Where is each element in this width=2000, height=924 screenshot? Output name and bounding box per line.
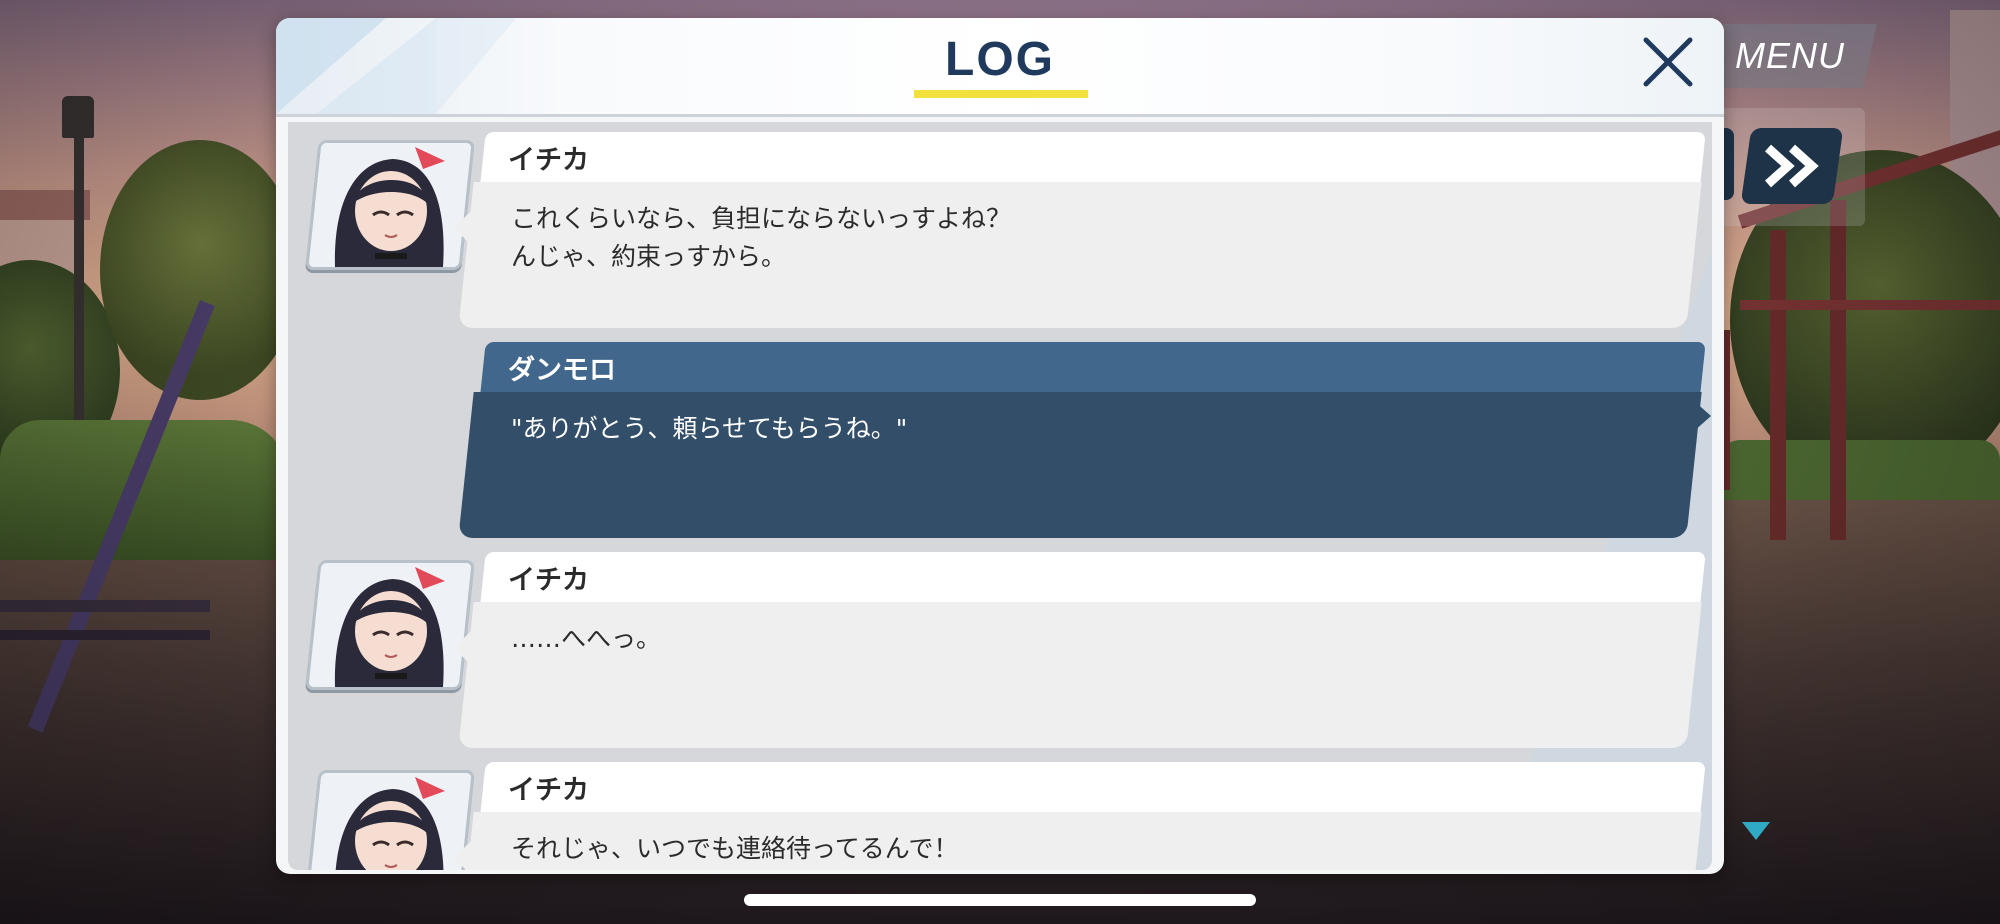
speaker-name-bar [480, 552, 1706, 604]
bubble-tail [454, 840, 472, 870]
bubble-tail [454, 210, 472, 246]
speaker-name: イチカ [508, 565, 589, 596]
speaker-name-bar [480, 762, 1706, 814]
speaker-name-bar [480, 132, 1706, 184]
message-text: それじゃ、いつでも連絡待ってるんで！ [511, 834, 959, 863]
header-divider [276, 114, 1724, 117]
log-entry[interactable]: イチカ ……へへっ。 [288, 552, 1712, 752]
fast-forward-icon [1764, 144, 1819, 188]
log-modal: LOG イチカ これくらいなら、負担にならないっすよね？ んじゃ、約束っすから。… [276, 18, 1724, 874]
bubble-tail [1693, 400, 1711, 432]
skip-button[interactable] [1740, 128, 1844, 204]
speaker-name-bar [480, 342, 1706, 394]
avatar [305, 770, 475, 870]
log-entry[interactable]: イチカ これくらいなら、負担にならないっすよね？ んじゃ、約束っすから。 [288, 132, 1712, 332]
log-entry[interactable]: ダンモロ "ありがとう、頼らせてもらうね。" [288, 342, 1712, 542]
page-title: LOG [945, 33, 1055, 86]
home-indicator[interactable] [744, 894, 1256, 906]
avatar [305, 560, 475, 690]
close-icon [1643, 37, 1693, 87]
log-entry[interactable]: イチカ それじゃ、いつでも連絡待ってるんで！ [288, 762, 1712, 870]
bubble-tail [454, 630, 472, 666]
message-text: ……へへっ。 [511, 624, 662, 653]
triangle-down-icon [1742, 822, 1770, 846]
speaker-name: イチカ [508, 775, 589, 806]
menu-button[interactable]: MENU [1703, 24, 1877, 88]
close-button[interactable] [1638, 32, 1698, 92]
log-header: LOG [276, 18, 1724, 114]
title-underline [914, 90, 1088, 98]
message-text: これくらいなら、負担にならないっすよね？ んじゃ、約束っすから。 [511, 204, 1012, 271]
menu-label: MENU [1735, 35, 1845, 76]
message-text: "ありがとう、頼らせてもらうね。" [511, 414, 908, 443]
avatar [305, 140, 475, 270]
speaker-name: ダンモロ [508, 355, 616, 386]
log-list[interactable]: イチカ これくらいなら、負担にならないっすよね？ んじゃ、約束っすから。 ダンモ… [288, 122, 1712, 870]
speaker-name: イチカ [508, 145, 589, 176]
